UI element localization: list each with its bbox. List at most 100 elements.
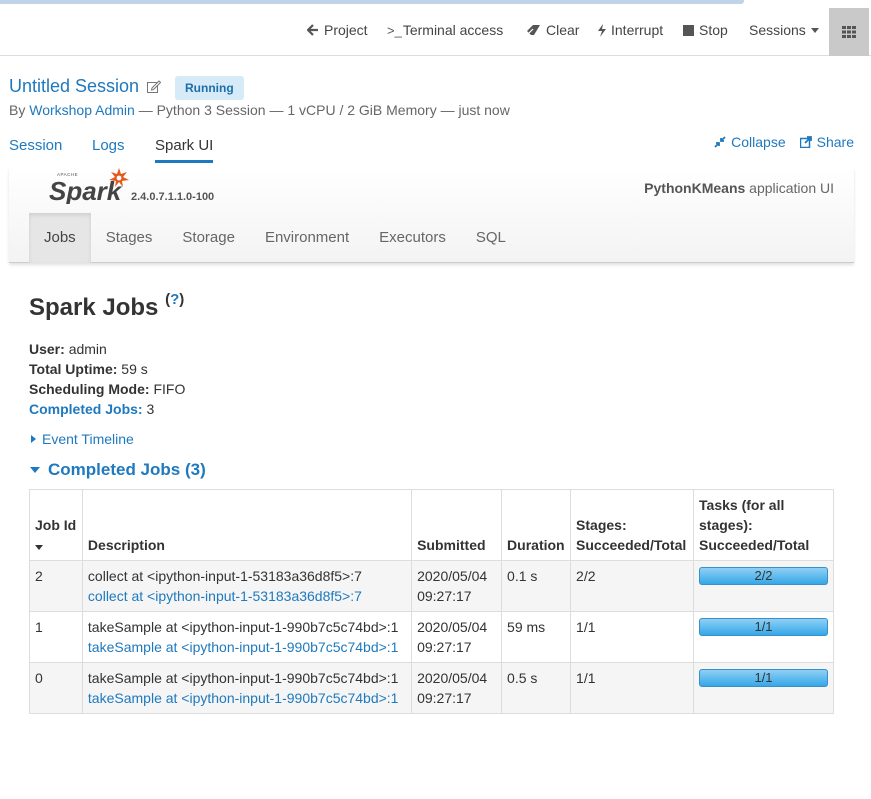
sessions-label: Sessions [749,22,806,38]
session-toolbar: Project >_ Terminal access Clear Interru… [0,8,871,56]
job-detail-link[interactable]: collect at <ipython-input-1-53183a36d8f5… [88,586,406,606]
job-description-text: takeSample at <ipython-input-1-990b7c5c7… [87,619,399,635]
help-link[interactable]: ? [170,291,179,308]
help-link-wrap: (?) [165,291,185,308]
col-job-id-label: Job Id [35,517,77,533]
col-submitted[interactable]: Submitted [411,489,503,561]
app-suffix: application UI [749,180,834,196]
clear-button[interactable]: Clear [526,22,579,38]
tasks-progress-bar: 1/1 [699,618,828,636]
collapse-button[interactable]: Collapse [714,134,786,150]
scheduling-value: FIFO [153,381,186,397]
job-duration: 0.1 s [501,560,572,612]
share-button[interactable]: Share [799,134,854,150]
caret-right-icon [31,435,36,443]
job-stages: 1/1 [570,611,695,663]
share-label: Share [816,134,854,150]
event-timeline-label: Event Timeline [42,431,134,447]
tab-logs[interactable]: Logs [92,137,125,154]
terminal-label: Terminal access [402,22,504,38]
apps-grid-button[interactable] [829,8,869,56]
header-actions: Collapse Share [714,134,854,150]
job-tasks: 1/1 [693,662,834,714]
job-description: collect at <ipython-input-1-53183a36d8f5… [81,560,413,612]
col-duration[interactable]: Duration [501,489,572,561]
job-description: takeSample at <ipython-input-1-990b7c5c7… [81,662,413,714]
nav-environment[interactable]: Environment [250,213,364,263]
completed-jobs-link[interactable]: Completed Jobs: [29,401,143,417]
edit-icon[interactable] [147,80,162,93]
uptime-value: 59 s [121,361,148,377]
table-header-row: Job Id Description Submitted Duration St… [29,489,834,561]
tab-spark-ui[interactable]: Spark UI [155,137,214,163]
nav-storage[interactable]: Storage [167,213,250,263]
arrow-left-icon [307,24,318,36]
session-title-text: Untitled Session [9,76,140,96]
table-row: 0 takeSample at <ipython-input-1-990b7c5… [29,662,834,714]
interrupt-button[interactable]: Interrupt [598,22,663,38]
project-button[interactable]: Project [307,22,368,38]
job-description-text: collect at <ipython-input-1-53183a36d8f5… [87,568,362,584]
col-job-id[interactable]: Job Id [29,489,83,561]
user-value: admin [68,341,107,357]
user-info: User: admin [29,341,107,357]
project-label: Project [324,22,368,38]
eraser-icon [527,25,540,35]
nav-jobs[interactable]: Jobs [29,213,91,263]
job-stages: 1/1 [570,662,695,714]
submitted-date: 2020/05/04 [417,670,488,686]
sort-desc-icon [35,545,43,550]
job-submitted: 2020/05/04 09:27:17 [411,611,503,663]
sessions-dropdown[interactable]: Sessions [749,22,819,38]
job-submitted: 2020/05/04 09:27:17 [411,662,503,714]
uptime-info: Total Uptime: 59 s [29,361,148,377]
submitted-time: 09:27:17 [417,588,472,604]
bolt-icon [598,23,606,37]
session-title[interactable]: Untitled Session [9,76,162,97]
app-name: PythonKMeans application UI [644,180,834,196]
job-stages: 2/2 [570,560,695,612]
status-badge: Running [175,76,244,100]
job-duration: 59 ms [501,611,572,663]
completed-jobs-table: Job Id Description Submitted Duration St… [29,489,834,714]
job-detail-link[interactable]: takeSample at <ipython-input-1-990b7c5c7… [88,637,406,657]
stop-button[interactable]: Stop [683,22,728,38]
submitted-date: 2020/05/04 [417,568,488,584]
spark-nav: Jobs Stages Storage Environment Executor… [29,213,521,263]
tasks-progress-bar: 1/1 [699,669,828,687]
collapse-icon [714,136,726,148]
page-title: Spark Jobs (?) [29,291,185,322]
col-description[interactable]: Description [81,489,413,561]
owner-link[interactable]: Workshop Admin [29,102,135,118]
scheduling-info: Scheduling Mode: FIFO [29,381,185,397]
submitted-time: 09:27:17 [417,690,472,706]
job-submitted: 2020/05/04 09:27:17 [411,560,503,612]
job-description-text: takeSample at <ipython-input-1-990b7c5c7… [87,670,399,686]
scheduling-label: Scheduling Mode: [29,381,150,397]
terminal-access-button[interactable]: >_ Terminal access [387,22,503,38]
job-detail-link[interactable]: takeSample at <ipython-input-1-990b7c5c7… [88,688,406,708]
spark-logo[interactable]: APACHE Spark [49,168,131,204]
nav-sql[interactable]: SQL [461,213,521,263]
app-name-text: PythonKMeans [644,180,746,196]
caret-down-icon [810,27,819,33]
user-label: User: [29,341,65,357]
completed-jobs-header: Completed Jobs (3) [48,460,206,479]
collapse-label: Collapse [731,134,786,150]
jobs-table-body: 2 collect at <ipython-input-1-53183a36d8… [29,560,834,714]
session-subline: By Workshop Admin — Python 3 Session — 1… [9,102,510,118]
spark-version: 2.4.0.7.1.1.0-100 [131,191,215,203]
col-tasks[interactable]: Tasks (for all stages): Succeeded/Total [693,489,834,561]
completed-jobs-toggle[interactable]: Completed Jobs (3) [30,460,206,480]
stop-icon [683,24,694,36]
session-details: — Python 3 Session — 1 vCPU / 2 GiB Memo… [138,102,510,118]
col-stages[interactable]: Stages: Succeeded/Total [570,489,695,561]
by-prefix: By [9,102,26,118]
tab-session[interactable]: Session [9,137,62,154]
event-timeline-toggle[interactable]: Event Timeline [31,431,134,447]
job-description: takeSample at <ipython-input-1-990b7c5c7… [81,611,413,663]
top-progress-line [0,0,744,4]
share-icon [799,136,812,148]
nav-stages[interactable]: Stages [91,213,168,263]
nav-executors[interactable]: Executors [364,213,461,263]
